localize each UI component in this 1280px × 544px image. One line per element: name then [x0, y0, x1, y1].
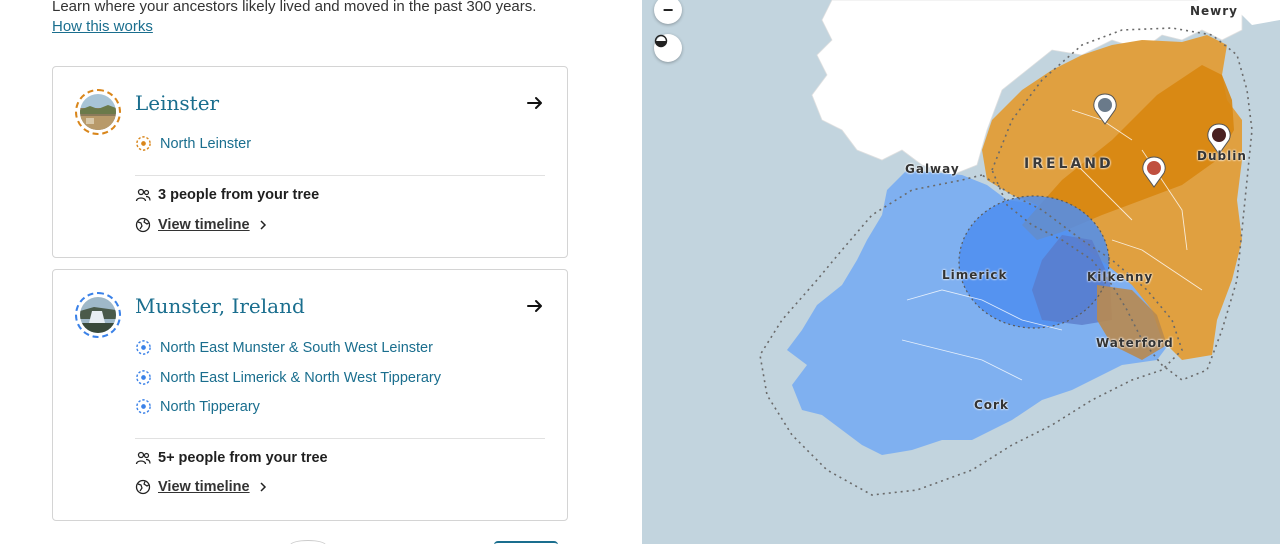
map-label-ireland: IRELAND [1024, 156, 1114, 172]
region-target-icon [136, 136, 151, 151]
sub-region-item[interactable]: North Leinster [135, 135, 251, 152]
map-label-dublin: Dublin [1197, 149, 1247, 163]
map-label-newry: Newry [1190, 4, 1239, 18]
zoom-out-icon: − [662, 0, 674, 20]
chevron-right-icon [260, 220, 266, 230]
divider [135, 175, 545, 176]
landscape-thumbnail [80, 297, 116, 333]
landscape-thumbnail [80, 94, 116, 130]
compass-icon [654, 34, 668, 48]
map-label-kilkenny: Kilkenny [1087, 270, 1154, 284]
sub-region-label: North East Limerick & North West Tippera… [160, 369, 441, 386]
region-target-icon [136, 370, 151, 385]
region-target-icon [136, 399, 151, 414]
sub-region-label: North East Munster & South West Leinster [160, 339, 433, 356]
view-timeline-label: View timeline [158, 479, 250, 495]
chevron-right-icon [260, 482, 266, 492]
carousel-control[interactable] [290, 540, 326, 544]
how-this-works-link[interactable]: How this works [52, 18, 153, 35]
region-avatar [75, 89, 121, 135]
globe-icon [135, 479, 151, 495]
region-card-munster[interactable]: Munster, Ireland North East Munster & So… [52, 269, 568, 521]
people-icon [135, 188, 151, 202]
people-count-row: 5+ people from your tree [135, 450, 328, 466]
arrow-right-icon[interactable] [525, 296, 545, 316]
view-timeline-label: View timeline [158, 217, 250, 233]
intro-text: Learn where your ancestors likely lived … [52, 0, 537, 15]
divider [135, 438, 545, 439]
region-avatar [75, 292, 121, 338]
map-label-waterford: Waterford [1096, 336, 1174, 350]
view-timeline-link[interactable]: View timeline [135, 479, 269, 495]
region-title: Leinster [135, 91, 220, 115]
sub-region-item[interactable]: North East Limerick & North West Tippera… [135, 369, 441, 386]
ancestry-map[interactable]: − Newry Galway IRELAND Dublin Limerick K… [642, 0, 1280, 544]
region-title: Munster, Ireland [135, 294, 305, 318]
sub-region-item[interactable]: North Tipperary [135, 398, 260, 415]
arrow-right-icon[interactable] [525, 93, 545, 113]
people-count-row: 3 people from your tree [135, 187, 319, 203]
view-timeline-link[interactable]: View timeline [135, 217, 269, 233]
regions-panel: Learn where your ancestors likely lived … [0, 0, 642, 544]
sub-region-label: North Leinster [160, 135, 252, 152]
globe-icon [135, 217, 151, 233]
people-count-label: 5+ people from your tree [158, 450, 328, 466]
region-card-leinster[interactable]: Leinster North Leinster 3 people from yo… [52, 66, 568, 258]
map-label-limerick: Limerick [942, 268, 1008, 282]
people-count-label: 3 people from your tree [158, 187, 320, 203]
map-label-cork: Cork [974, 398, 1009, 412]
people-icon [135, 451, 151, 465]
region-target-icon [136, 340, 151, 355]
sub-region-label: North Tipperary [160, 398, 260, 415]
sub-region-item[interactable]: North East Munster & South West Leinster [135, 339, 433, 356]
map-label-galway: Galway [905, 162, 960, 176]
compass-button[interactable] [654, 34, 682, 62]
